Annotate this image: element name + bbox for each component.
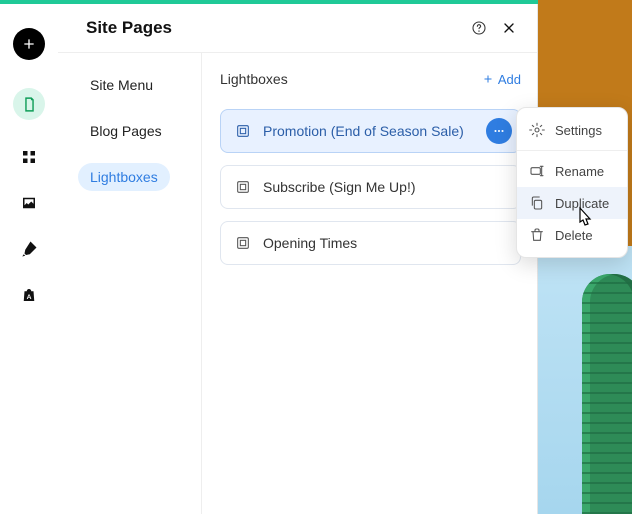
plus-icon — [21, 36, 37, 52]
add-label: Add — [498, 72, 521, 87]
menu-delete[interactable]: Delete — [517, 219, 627, 251]
store-button[interactable]: A — [20, 286, 38, 304]
pages-button[interactable] — [13, 88, 45, 120]
rename-icon — [529, 163, 545, 179]
lightbox-item-label: Promotion (End of Season Sale) — [263, 123, 464, 139]
item-context-menu: Settings Rename Duplicate Delete — [516, 107, 628, 258]
menu-rename[interactable]: Rename — [517, 155, 627, 187]
pen-nib-icon — [20, 240, 38, 258]
duplicate-icon — [529, 195, 545, 211]
site-pages-panel: Site Pages Site Menu Blog Pages Lightbox… — [58, 4, 538, 514]
item-actions-button[interactable] — [486, 118, 512, 144]
shopping-bag-icon: A — [20, 286, 38, 304]
grid-apps-button[interactable] — [20, 148, 38, 166]
image-icon — [20, 194, 38, 212]
sidebar-item-blog-pages[interactable]: Blog Pages — [78, 117, 174, 145]
sidebar-item-site-menu[interactable]: Site Menu — [78, 71, 165, 99]
menu-label: Rename — [555, 164, 604, 179]
menu-duplicate[interactable]: Duplicate — [517, 187, 627, 219]
page-icon — [21, 96, 38, 113]
tool-rail: A — [0, 4, 58, 514]
trash-icon — [529, 227, 545, 243]
menu-label: Settings — [555, 123, 602, 138]
close-icon[interactable] — [501, 20, 517, 36]
panel-header: Site Pages — [58, 4, 537, 53]
menu-settings[interactable]: Settings — [517, 114, 627, 146]
lightbox-icon — [235, 123, 251, 139]
plus-icon — [482, 73, 494, 85]
design-button[interactable] — [20, 240, 38, 258]
lightbox-item[interactable]: Opening Times — [220, 221, 521, 265]
content-heading: Lightboxes — [220, 71, 288, 87]
lightbox-icon — [235, 235, 251, 251]
gear-icon — [529, 122, 545, 138]
lightbox-item[interactable]: Subscribe (Sign Me Up!) — [220, 165, 521, 209]
page-category-list: Site Menu Blog Pages Lightboxes — [58, 53, 202, 514]
lightbox-item-label: Subscribe (Sign Me Up!) — [263, 179, 416, 195]
media-button[interactable] — [20, 194, 38, 212]
menu-label: Duplicate — [555, 196, 609, 211]
ellipsis-icon — [492, 124, 506, 138]
lightbox-item-label: Opening Times — [263, 235, 357, 251]
lightbox-icon — [235, 179, 251, 195]
add-element-button[interactable] — [13, 28, 45, 60]
lightboxes-content: Lightboxes Add Promotion (End of Season … — [202, 53, 537, 514]
help-icon[interactable] — [471, 20, 487, 36]
sidebar-item-lightboxes[interactable]: Lightboxes — [78, 163, 170, 191]
menu-divider — [517, 150, 627, 151]
panel-title: Site Pages — [86, 18, 172, 38]
grid-icon — [20, 148, 38, 166]
add-lightbox-button[interactable]: Add — [482, 72, 521, 87]
svg-text:A: A — [27, 294, 32, 301]
cactus-image — [582, 274, 632, 514]
menu-label: Delete — [555, 228, 593, 243]
lightbox-item[interactable]: Promotion (End of Season Sale) — [220, 109, 521, 153]
